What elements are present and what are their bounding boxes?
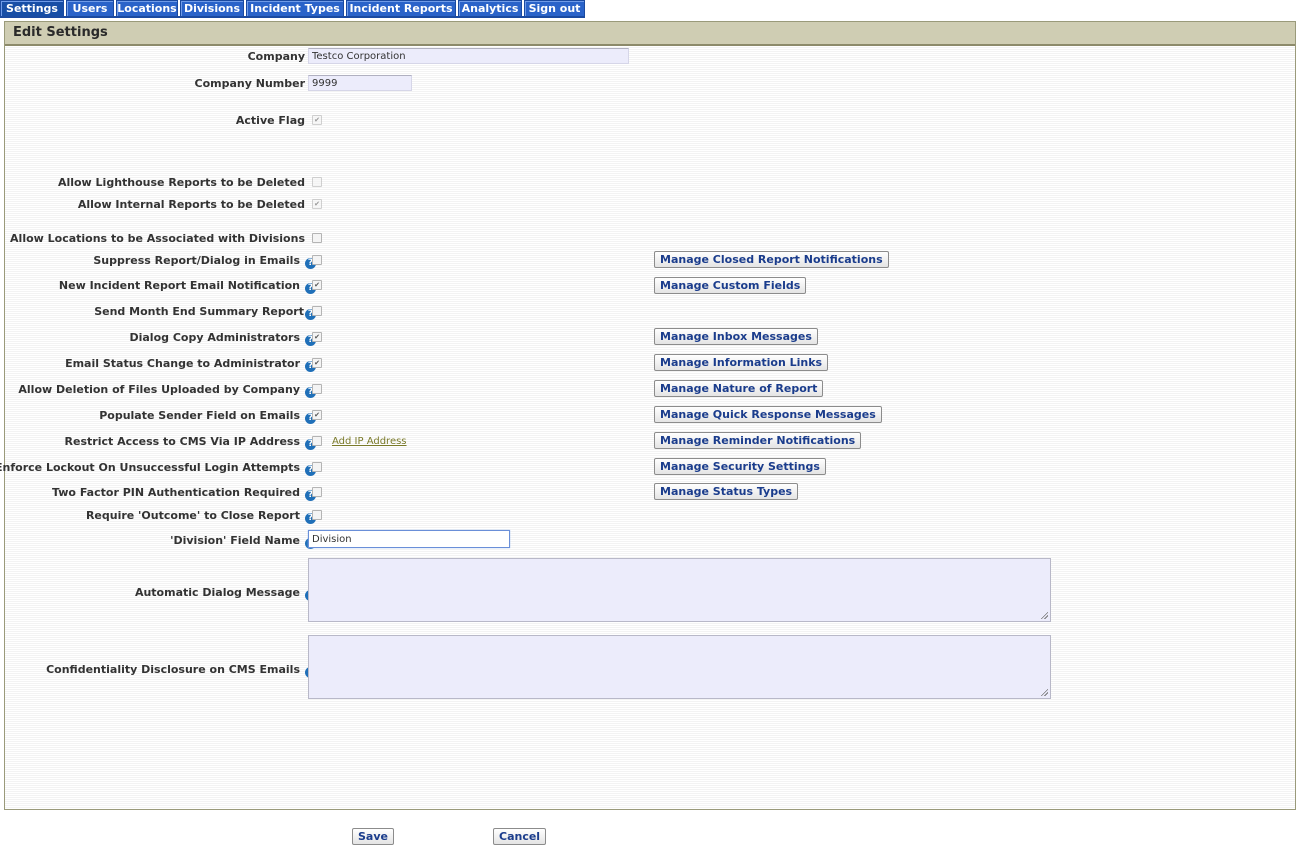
tab-bar: Settings Users Locations Divisions Incid… [0,0,600,18]
division-field-label: 'Division' Field Name? [170,534,316,549]
add-ip-address-link[interactable]: Add IP Address [332,436,407,447]
auto-dialog-label: Automatic Dialog Message? [135,586,316,601]
setting-label-lighthouse: Allow Lighthouse Reports to be Deleted [57,176,305,189]
division-field-input[interactable] [308,530,510,548]
manage-custom-fields-button[interactable]: Manage Custom Fields [654,277,807,294]
setting-label-two-factor: Two Factor PIN Authentication Required? [52,486,316,501]
resize-grip-icon[interactable] [1040,611,1048,619]
setting-label-suppress: Suppress Report/Dialog in Emails? [93,254,316,269]
setting-label-delete-files: Allow Deletion of Files Uploaded by Comp… [18,383,316,398]
setting-checkbox-suppress[interactable] [312,255,322,265]
setting-label-dialog-copy: Dialog Copy Administrators? [129,331,316,346]
setting-label-new-report-email: New Incident Report Email Notification? [59,279,316,294]
confidentiality-label: Confidentiality Disclosure on CMS Emails… [46,663,316,678]
manage-closed-report-notifications-button[interactable]: Manage Closed Report Notifications [654,251,889,268]
company-number-input[interactable] [308,75,412,91]
tab-divisions[interactable]: Divisions [180,0,244,16]
cancel-button[interactable]: Cancel [493,828,547,845]
setting-label-outcome: Require 'Outcome' to Close Report? [86,509,316,524]
setting-checkbox-lockout[interactable] [312,462,322,472]
manage-reminder-notifications-button[interactable]: Manage Reminder Notifications [654,432,862,449]
setting-checkbox-two-factor[interactable] [312,487,322,497]
setting-checkbox-month-end[interactable] [312,306,322,316]
tab-incident-reports[interactable]: Incident Reports [346,0,456,16]
setting-checkbox-restrict-ip[interactable] [312,436,322,446]
tab-locations[interactable]: Locations [116,0,178,16]
setting-checkbox-new-report-email[interactable] [312,280,322,290]
setting-checkbox-status-change[interactable] [312,358,322,368]
setting-label-restrict-ip: Restrict Access to CMS Via IP Address? [65,435,316,450]
setting-checkbox-locations-divisions[interactable] [312,233,322,243]
setting-label-month-end: Send Month End Summary Report? [94,305,316,320]
tab-incident-types[interactable]: Incident Types [246,0,344,16]
manage-quick-response-messages-button[interactable]: Manage Quick Response Messages [654,406,882,423]
setting-checkbox-sender-field[interactable] [312,410,322,420]
resize-grip-icon[interactable] [1040,688,1048,696]
company-input[interactable] [308,48,629,64]
manage-status-types-button[interactable]: Manage Status Types [654,483,799,500]
setting-checkbox-delete-files[interactable] [312,384,322,394]
confidentiality-textarea[interactable] [308,635,1051,699]
setting-label-lockout: Enforce Lockout On Unsuccessful Login At… [0,461,316,476]
setting-label-status-change: Email Status Change to Administrator? [65,357,316,372]
manage-information-links-button[interactable]: Manage Information Links [654,354,829,371]
active-flag-label: Active Flag [235,114,305,127]
manage-security-settings-button[interactable]: Manage Security Settings [654,458,826,475]
manage-inbox-messages-button[interactable]: Manage Inbox Messages [654,328,818,345]
setting-label-locations-divisions: Allow Locations to be Associated with Di… [10,232,305,245]
company-label: Company [247,50,305,63]
company-number-label: Company Number [194,77,305,90]
setting-checkbox-dialog-copy[interactable] [312,332,322,342]
tab-analytics[interactable]: Analytics [458,0,522,16]
tab-underline [0,16,585,18]
manage-nature-of-report-button[interactable]: Manage Nature of Report [654,380,824,397]
auto-dialog-textarea[interactable] [308,558,1051,622]
panel-title: Edit Settings [5,22,1295,46]
tab-sign-out[interactable]: Sign out [524,0,585,16]
setting-checkbox-internal[interactable] [312,199,322,209]
tab-settings[interactable]: Settings [0,0,64,16]
tab-users[interactable]: Users [66,0,114,16]
setting-label-sender-field: Populate Sender Field on Emails? [99,409,316,424]
save-button[interactable]: Save [352,828,394,845]
setting-checkbox-outcome[interactable] [312,510,322,520]
setting-label-internal: Allow Internal Reports to be Deleted [77,198,305,211]
active-flag-checkbox[interactable] [312,115,322,125]
setting-checkbox-lighthouse[interactable] [312,177,322,187]
